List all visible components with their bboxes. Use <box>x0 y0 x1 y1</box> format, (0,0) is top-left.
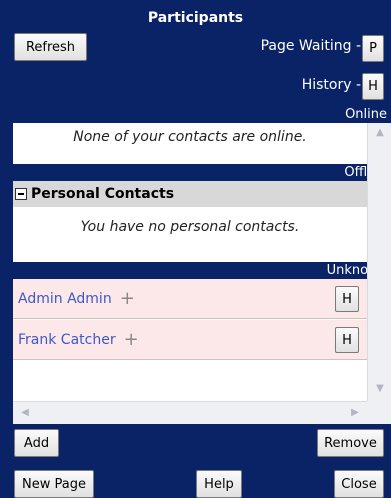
contact-history-button[interactable]: H <box>335 327 359 353</box>
unknown-section-bar: Unknown <box>13 262 391 279</box>
footer-toolbar: Add Remove New Page Help Close <box>0 424 391 498</box>
vertical-scrollbar[interactable]: ▲ ▼ <box>367 123 391 401</box>
history-button[interactable]: H <box>362 73 384 100</box>
horizontal-scrollbar[interactable]: ◀ ▶ <box>13 401 367 424</box>
add-contact-icon[interactable]: + <box>124 330 139 349</box>
contact-history-button[interactable]: H <box>335 286 359 312</box>
contact-row[interactable]: Frank Catcher + H <box>13 320 377 360</box>
scrollbar-corner <box>367 401 391 424</box>
scroll-up-icon[interactable]: ▲ <box>372 125 388 141</box>
offline-section-bar: Offline <box>13 164 391 181</box>
personal-contacts-group-header[interactable]: Personal Contacts <box>13 181 377 207</box>
personal-contacts-empty-message: You have no personal contacts. <box>80 219 300 235</box>
scroll-right-icon[interactable]: ▶ <box>347 405 363 421</box>
help-button[interactable]: Help <box>196 470 242 498</box>
add-contact-icon[interactable]: + <box>120 289 135 308</box>
contact-row[interactable]: Admin Admin + H <box>13 279 377 319</box>
collapse-icon[interactable] <box>15 188 27 200</box>
personal-contacts-title: Personal Contacts <box>31 186 175 202</box>
left-frame <box>0 106 13 424</box>
add-button[interactable]: Add <box>14 429 59 457</box>
page-waiting-button[interactable]: P <box>362 35 384 62</box>
new-page-button[interactable]: New Page <box>14 470 94 498</box>
online-empty-message: None of your contacts are online. <box>73 129 307 145</box>
scroll-left-icon[interactable]: ◀ <box>17 405 33 421</box>
remove-button[interactable]: Remove <box>317 429 384 457</box>
page-waiting-label: Page Waiting - <box>260 38 361 54</box>
online-section-bar: Online <box>13 106 391 123</box>
contact-name[interactable]: Admin Admin <box>18 291 112 307</box>
history-label: History - <box>301 77 361 93</box>
refresh-button[interactable]: Refresh <box>14 33 87 61</box>
contact-name[interactable]: Frank Catcher <box>18 332 116 348</box>
participants-header: Participants Refresh Page Waiting - P Hi… <box>0 0 391 106</box>
page-title: Participants <box>147 10 244 26</box>
close-button[interactable]: Close <box>334 470 384 498</box>
scroll-down-icon[interactable]: ▼ <box>372 381 388 397</box>
